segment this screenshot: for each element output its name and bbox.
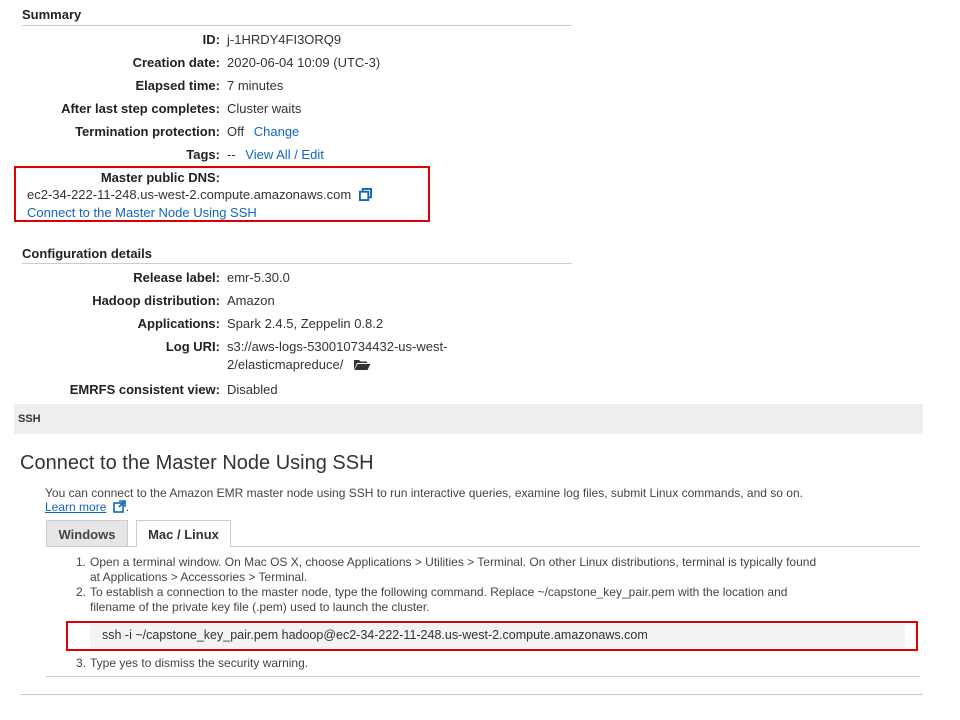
learn-more-period: . xyxy=(125,500,130,514)
view-all-edit-link[interactable]: View All / Edit xyxy=(245,147,324,162)
log-uri-line2: 2/elasticmapreduce/ xyxy=(227,357,344,372)
elapsed-time-value: 7 minutes xyxy=(227,78,284,93)
learn-more-row: Learn more . xyxy=(45,500,129,516)
release-label-label: Release label: xyxy=(133,270,220,285)
release-label-value: emr-5.30.0 xyxy=(227,270,290,285)
applications-label: Applications: xyxy=(137,316,220,331)
ssh-section-bar[interactable]: SSH xyxy=(14,404,923,434)
id-value: j-1HRDY4FI3ORQ9 xyxy=(227,32,342,47)
after-last-step-value: Cluster waits xyxy=(227,101,302,116)
change-link[interactable]: Change xyxy=(254,124,300,139)
master-dns-label: Master public DNS: xyxy=(100,170,220,185)
master-dns-row: ec2-34-222-11-248.us-west-2.compute.amaz… xyxy=(27,187,372,204)
folder-icon[interactable] xyxy=(353,358,371,374)
step-1-line1: Open a terminal window. On Mac OS X, cho… xyxy=(90,555,817,569)
emrfs-value: Disabled xyxy=(227,382,278,397)
master-dns-value: ec2-34-222-11-248.us-west-2.compute.amaz… xyxy=(27,187,352,202)
termination-protection-value-row: Off Change xyxy=(227,124,299,139)
log-uri-line1: s3://aws-logs-530010734432-us-west- xyxy=(227,339,448,354)
ssh-section-label: SSH xyxy=(18,413,41,425)
tab-divider-right xyxy=(231,546,920,547)
emrfs-label: EMRFS consistent view: xyxy=(69,382,220,397)
ssh-intro: You can connect to the Amazon EMR master… xyxy=(45,486,803,500)
log-uri-line2-row: 2/elasticmapreduce/ xyxy=(227,357,371,374)
step-2-line2: filename of the private key file (.pem) … xyxy=(90,600,430,614)
step-3-text: Type yes to dismiss the security warning… xyxy=(90,656,309,670)
creation-date-value: 2020-06-04 10:09 (UTC-3) xyxy=(227,55,381,70)
learn-more-link[interactable]: Learn more xyxy=(45,500,106,514)
connect-ssh-link[interactable]: Connect to the Master Node Using SSH xyxy=(27,205,257,220)
elapsed-time-label: Elapsed time: xyxy=(135,78,220,93)
step-1-line2: at Applications > Accessories > Terminal… xyxy=(90,570,308,584)
hadoop-distribution-label: Hadoop distribution: xyxy=(92,293,220,308)
config-title: Configuration details xyxy=(22,246,152,261)
step-1-number: 1. xyxy=(76,555,87,569)
steps-bottom-divider xyxy=(46,676,920,677)
tab-mac-linux[interactable]: Mac / Linux xyxy=(136,520,231,547)
summary-title: Summary xyxy=(22,7,82,22)
step-2-number: 2. xyxy=(76,585,87,599)
log-uri-label: Log URI: xyxy=(165,339,220,354)
copy-icon[interactable] xyxy=(358,188,372,204)
tags-label: Tags: xyxy=(186,147,220,162)
step-2-line1: To establish a connection to the master … xyxy=(90,585,788,599)
external-link-icon[interactable] xyxy=(112,500,126,516)
termination-protection-label: Termination protection: xyxy=(75,124,220,139)
applications-value: Spark 2.4.5, Zeppelin 0.8.2 xyxy=(227,316,384,331)
after-last-step-label: After last step completes: xyxy=(61,101,220,116)
tags-value-row: -- View All / Edit xyxy=(227,147,324,162)
hadoop-distribution-value: Amazon xyxy=(227,293,275,308)
page-bottom-divider xyxy=(20,694,923,695)
config-divider xyxy=(22,263,572,264)
ssh-heading: Connect to the Master Node Using SSH xyxy=(20,452,374,474)
step-3-number: 3. xyxy=(76,656,87,670)
termination-protection-value: Off xyxy=(227,124,245,139)
tab-divider-left xyxy=(46,546,136,547)
creation-date-label: Creation date: xyxy=(132,55,220,70)
tags-value: -- xyxy=(227,147,236,162)
tab-windows[interactable]: Windows xyxy=(46,520,128,547)
ssh-command-highlight xyxy=(66,621,918,651)
summary-divider xyxy=(22,25,572,26)
id-label: ID: xyxy=(202,32,220,47)
